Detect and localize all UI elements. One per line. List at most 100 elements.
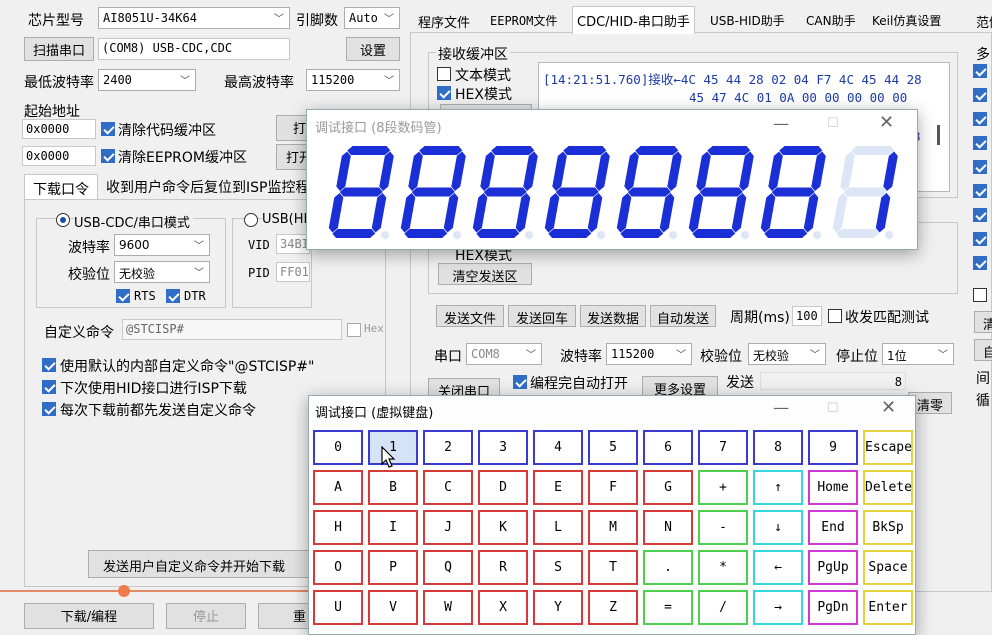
side-checkbox-4[interactable] (973, 136, 987, 150)
stop-bit-select[interactable]: 1位 ﹀ (882, 343, 954, 365)
start-address-input-2[interactable]: 0x0000 (22, 146, 96, 166)
side-clear-button[interactable]: 清 (974, 311, 992, 333)
send-file-button[interactable]: 发送文件 (436, 305, 504, 327)
key-0[interactable]: 0 (313, 430, 363, 465)
max-baud-select[interactable]: 115200 ﹀ (306, 69, 400, 91)
key-n[interactable]: N (643, 510, 693, 545)
key-c[interactable]: C (423, 470, 473, 505)
key-symbol[interactable]: - (698, 510, 748, 545)
side-checkbox-9[interactable] (973, 256, 987, 270)
maximize-icon[interactable]: ☐ (827, 401, 839, 416)
scrollbar-thumb[interactable] (937, 125, 940, 145)
key-delete[interactable]: Delete (863, 470, 913, 505)
key-pgup[interactable]: PgUp (808, 550, 858, 585)
dtr-checkbox[interactable] (166, 289, 180, 303)
key-escape[interactable]: Escape (863, 430, 913, 465)
start-address-input-1[interactable]: 0x0000 (22, 119, 96, 139)
key-w[interactable]: W (423, 590, 473, 625)
parity-select[interactable]: 无校验 ﹀ (114, 261, 210, 283)
key-symbol[interactable]: = (643, 590, 693, 625)
key-a[interactable]: A (313, 470, 363, 505)
auto-open-checkbox[interactable] (513, 375, 527, 389)
key-j[interactable]: J (423, 510, 473, 545)
key-m[interactable]: M (588, 510, 638, 545)
open-file-button-2[interactable]: 打开 (276, 144, 310, 170)
side-checkbox-2[interactable] (973, 88, 987, 102)
tab-program-file[interactable]: 程序文件 (414, 8, 474, 32)
side-checkbox-10[interactable] (973, 288, 987, 302)
key-enter[interactable]: Enter (863, 590, 913, 625)
key-pgdn[interactable]: PgDn (808, 590, 858, 625)
hex-mode-checkbox[interactable] (437, 86, 451, 100)
key-symbol[interactable]: → (753, 590, 803, 625)
tab-reset-to-isp[interactable]: 收到用户命令后复位到ISP监控程 (106, 177, 309, 197)
download-program-button[interactable]: 下载/编程 (24, 603, 154, 629)
maximize-icon[interactable]: ☐ (827, 116, 839, 131)
side-checkbox-3[interactable] (973, 112, 987, 126)
key-9[interactable]: 9 (808, 430, 858, 465)
tab-keil[interactable]: Keil仿真设置 (868, 8, 945, 32)
clear-code-checkbox[interactable] (101, 122, 115, 136)
key-b[interactable]: B (368, 470, 418, 505)
key-v[interactable]: V (368, 590, 418, 625)
key-z[interactable]: Z (588, 590, 638, 625)
key-symbol[interactable]: * (698, 550, 748, 585)
send-data-button[interactable]: 发送数据 (580, 305, 646, 327)
send-enter-button[interactable]: 发送回车 (508, 305, 576, 327)
key-7[interactable]: 7 (698, 430, 748, 465)
tab-download-command[interactable]: 下载口令 (24, 174, 98, 200)
baud-select[interactable]: 9600 ﹀ (114, 234, 210, 256)
tab-examples[interactable]: 范例 (972, 8, 992, 32)
key-5[interactable]: 5 (588, 430, 638, 465)
key-8[interactable]: 8 (753, 430, 803, 465)
key-f[interactable]: F (588, 470, 638, 505)
tab-cdc-hid-serial[interactable]: CDC/HID-串口助手 (572, 6, 695, 34)
key-t[interactable]: T (588, 550, 638, 585)
key-r[interactable]: R (478, 550, 528, 585)
tab-eeprom-file[interactable]: EEPROM文件 (486, 8, 561, 32)
side-auto-button[interactable]: 自 (974, 339, 992, 361)
rts-checkbox[interactable] (116, 289, 130, 303)
key-h[interactable]: H (313, 510, 363, 545)
key-o[interactable]: O (313, 550, 363, 585)
close-icon[interactable]: ✕ (881, 397, 896, 418)
key-end[interactable]: End (808, 510, 858, 545)
side-checkbox-6[interactable] (973, 184, 987, 198)
side-checkbox-1[interactable] (973, 64, 987, 78)
key-y[interactable]: Y (533, 590, 583, 625)
period-input[interactable]: 100 (792, 306, 822, 326)
key-u[interactable]: U (313, 590, 363, 625)
key-x[interactable]: X (478, 590, 528, 625)
key-e[interactable]: E (533, 470, 583, 505)
clear-send-button[interactable]: 清空发送区 (438, 263, 532, 285)
stop-button[interactable]: 停止 (166, 603, 246, 629)
key-2[interactable]: 2 (423, 430, 473, 465)
minimize-icon[interactable]: — (773, 398, 789, 417)
key-d[interactable]: D (478, 470, 528, 505)
side-checkbox-5[interactable] (973, 160, 987, 174)
key-g[interactable]: G (643, 470, 693, 505)
key-3[interactable]: 3 (478, 430, 528, 465)
minimize-icon[interactable]: — (773, 114, 789, 133)
side-checkbox-8[interactable] (973, 232, 987, 246)
key-4[interactable]: 4 (533, 430, 583, 465)
key-home[interactable]: Home (808, 470, 858, 505)
progress-handle[interactable] (118, 585, 130, 597)
usb-hid-radio[interactable] (244, 213, 258, 227)
serial-baud-select[interactable]: 115200 ﹀ (606, 343, 692, 365)
custom-command-input[interactable]: @STCISP# (122, 319, 342, 340)
usb-cdc-radio[interactable] (56, 213, 70, 227)
key-q[interactable]: Q (423, 550, 473, 585)
key-symbol[interactable]: + (698, 470, 748, 505)
open-file-button-1[interactable]: 打 (276, 115, 310, 141)
key-symbol[interactable]: ↑ (753, 470, 803, 505)
auto-send-button[interactable]: 自动发送 (650, 305, 716, 327)
re-button[interactable]: 重 (258, 603, 310, 629)
key-l[interactable]: L (533, 510, 583, 545)
text-mode-checkbox[interactable] (437, 67, 451, 81)
key-space[interactable]: Space (863, 550, 913, 585)
key-s[interactable]: S (533, 550, 583, 585)
match-test-checkbox[interactable] (828, 309, 842, 323)
use-default-command-checkbox[interactable] (42, 358, 56, 372)
chip-model-select[interactable]: AI8051U-34K64 ﹀ (98, 7, 290, 29)
